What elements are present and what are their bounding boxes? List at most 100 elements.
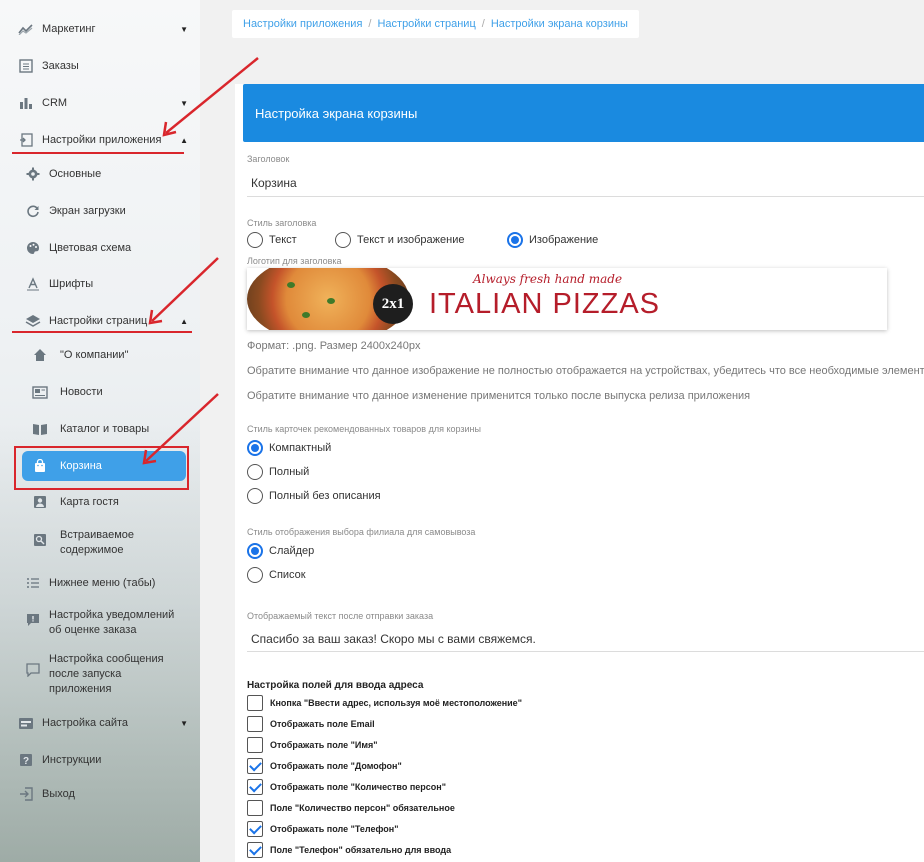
image-note: Обратите внимание что данное изображение… xyxy=(247,365,924,377)
sidebar-item-embedded[interactable]: Встраиваемое содержимое xyxy=(0,528,200,560)
user-card-icon xyxy=(32,494,48,510)
radio-circle xyxy=(335,232,351,248)
annotation-box xyxy=(14,446,189,490)
radio-branch-list[interactable]: Список xyxy=(247,567,306,583)
sidebar-item-logout[interactable]: Выход xyxy=(0,786,200,802)
radio-style-text-image[interactable]: Текст и изображение xyxy=(335,232,464,248)
annotation-underline xyxy=(12,331,192,333)
checkbox-name[interactable]: Отображать поле "Имя" xyxy=(247,737,378,753)
sidebar-item-label: Шрифты xyxy=(49,278,94,290)
sidebar-item-label: Настройки страниц xyxy=(49,315,148,327)
menu-list-icon xyxy=(25,575,41,591)
layers-icon xyxy=(25,313,41,329)
sidebar-item-rating-notifications[interactable]: Настройка уведомлений об оценке заказа xyxy=(0,608,200,640)
checkbox-box xyxy=(247,821,263,837)
breadcrumb-separator: / xyxy=(368,18,372,30)
radio-rec-full-no-desc[interactable]: Полный без описания xyxy=(247,488,381,504)
news-icon xyxy=(32,384,48,400)
sidebar-item-basic[interactable]: Основные xyxy=(0,166,200,182)
radio-rec-full[interactable]: Полный xyxy=(247,464,309,480)
radio-circle xyxy=(247,440,263,456)
address-fields-title: Настройка полей для ввода адреса xyxy=(247,680,424,691)
bar-chart-icon xyxy=(18,95,34,111)
checkbox-box xyxy=(247,695,263,711)
checkbox-phone[interactable]: Отображать поле "Телефон" xyxy=(247,821,398,837)
sidebar-item-marketing[interactable]: Маркетинг ▼ xyxy=(0,21,200,37)
radio-rec-compact[interactable]: Компактный xyxy=(247,440,331,456)
radio-circle xyxy=(507,232,523,248)
sidebar-item-label: Цветовая схема xyxy=(49,242,132,254)
checkbox-intercom[interactable]: Отображать поле "Домофон" xyxy=(247,758,402,774)
branch-style-label: Стиль отображения выбора филиала для сам… xyxy=(247,527,476,537)
checkbox-box xyxy=(247,737,263,753)
sidebar-item-bottom-menu[interactable]: Нижнее меню (табы) xyxy=(0,575,200,591)
after-order-input[interactable]: Спасибо за ваш заказ! Скоро мы с вами св… xyxy=(251,632,536,646)
breadcrumb-cart-screen[interactable]: Настройки экрана корзины xyxy=(491,18,628,30)
checkbox-box xyxy=(247,758,263,774)
checkbox-persons-required[interactable]: Поле "Количество персон" обязательное xyxy=(247,800,455,816)
logout-icon xyxy=(18,786,34,802)
basil-icon xyxy=(327,298,335,304)
checkbox-phone-required[interactable]: Поле "Телефон" обязательно для ввода xyxy=(247,842,451,858)
annotation-underline xyxy=(12,152,184,154)
sidebar-item-label: Настройка уведомлений об оценке заказа xyxy=(49,609,175,636)
chevron-down-icon: ▼ xyxy=(180,718,188,728)
sidebar-item-splash[interactable]: Экран загрузки xyxy=(0,203,200,219)
sidebar-item-label: "О компании" xyxy=(60,349,129,361)
sidebar-item-guest-card[interactable]: Карта гостя xyxy=(0,494,200,510)
header-logo-image[interactable]: 2x1 Always fresh hand made ITALIAN PIZZA… xyxy=(247,268,887,330)
checkbox-box xyxy=(247,716,263,732)
home-icon xyxy=(32,347,48,363)
format-note: Формат: .png. Размер 2400x240px xyxy=(247,340,421,352)
radio-branch-slider[interactable]: Слайдер xyxy=(247,543,314,559)
sidebar-item-label: Настройки приложения xyxy=(42,134,162,146)
sidebar-item-label: Основные xyxy=(49,168,102,180)
sidebar-item-color-scheme[interactable]: Цветовая схема xyxy=(0,240,200,256)
svg-text:?: ? xyxy=(23,756,29,767)
checkbox-email[interactable]: Отображать поле Email xyxy=(247,716,375,732)
checkbox-persons[interactable]: Отображать поле "Количество персон" xyxy=(247,779,446,795)
sidebar-item-label: Настройка сообщения после запуска приложен… xyxy=(49,653,164,695)
sidebar-item-launch-message[interactable]: Настройка сообщения после запуска приложен… xyxy=(0,652,200,700)
message-icon xyxy=(25,662,41,678)
sidebar-item-crm[interactable]: CRM ▼ xyxy=(0,95,200,111)
header-input[interactable]: Корзина xyxy=(251,176,297,190)
sidebar-item-label: CRM xyxy=(42,97,68,109)
chevron-up-icon: ▲ xyxy=(180,316,188,326)
rec-cards-label: Стиль карточек рекомендованных товаров д… xyxy=(247,424,481,434)
logo-tagline: Always fresh hand made xyxy=(473,272,623,286)
sidebar-item-catalog[interactable]: Каталог и товары xyxy=(0,421,200,437)
sidebar-item-instructions[interactable]: ? Инструкции xyxy=(0,752,200,768)
list-icon xyxy=(18,58,34,74)
trend-icon xyxy=(18,21,34,37)
chevron-up-icon: ▲ xyxy=(180,135,188,145)
sidebar-item-label: Новости xyxy=(60,386,103,398)
sidebar-item-label: Нижнее меню (табы) xyxy=(49,577,156,589)
radio-style-text[interactable]: Текст xyxy=(247,232,297,248)
sidebar-item-label: Экран загрузки xyxy=(49,205,126,217)
notification-icon xyxy=(25,612,41,628)
radio-style-image[interactable]: Изображение xyxy=(507,232,598,248)
sidebar-item-news[interactable]: Новости xyxy=(0,384,200,400)
radio-circle xyxy=(247,464,263,480)
sidebar-item-orders[interactable]: Заказы xyxy=(0,58,200,74)
sidebar-item-label: Встраиваемое содержимое xyxy=(60,529,135,556)
sidebar-item-fonts[interactable]: Шрифты xyxy=(0,276,200,292)
sidebar-item-label: Карта гостя xyxy=(60,496,119,508)
sidebar-item-about[interactable]: "О компании" xyxy=(0,347,200,363)
sidebar-item-page-settings[interactable]: Настройки страниц ▲ xyxy=(0,313,200,329)
header-style-label: Стиль заголовка xyxy=(247,218,317,228)
checkbox-location-button[interactable]: Кнопка "Ввести адрес, используя моё мест… xyxy=(247,695,522,711)
input-underline xyxy=(247,196,924,197)
release-note: Обратите внимание что данное изменение п… xyxy=(247,390,751,402)
breadcrumb: Настройки приложения / Настройки страниц… xyxy=(232,10,639,38)
sidebar-item-site-settings[interactable]: Настройка сайта ▼ xyxy=(0,715,200,731)
sidebar-item-label: Выход xyxy=(42,788,75,800)
basil-icon xyxy=(287,282,295,288)
breadcrumb-page-settings[interactable]: Настройки страниц xyxy=(377,18,475,30)
refresh-icon xyxy=(25,203,41,219)
sidebar-item-app-settings[interactable]: Настройки приложения ▲ xyxy=(0,132,200,148)
font-icon xyxy=(25,276,41,292)
logo-label: Логотип для заголовка xyxy=(247,256,342,266)
breadcrumb-app-settings[interactable]: Настройки приложения xyxy=(243,18,362,30)
